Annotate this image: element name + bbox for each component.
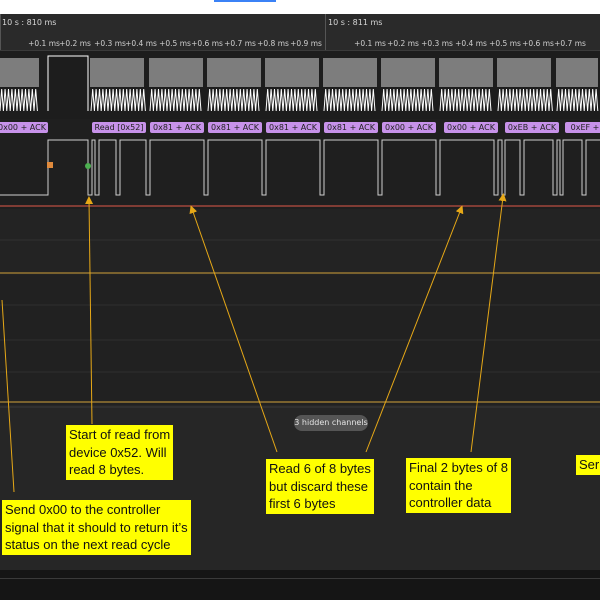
- annotation-line: Start of read from: [69, 427, 171, 442]
- annotation-line: Send 0x00 to the controller: [5, 502, 161, 517]
- annotation-line: device 0x52. Will: [69, 444, 167, 460]
- active-tab-indicator: [214, 0, 276, 2]
- decoded-frame[interactable]: 0x81 + ACK: [266, 122, 320, 133]
- ruler-tick-label: +0.6 ms: [191, 39, 223, 48]
- decoded-frame[interactable]: 0x81 + ACK: [324, 122, 378, 133]
- clock-edges: [497, 58, 551, 87]
- start-marker: [47, 162, 53, 168]
- annotation-start-of-read: Start of read from device 0x52. Will rea…: [66, 425, 174, 480]
- annotation-line: contain the: [409, 477, 473, 493]
- ruler-tick-label: +0.2 ms: [59, 39, 91, 48]
- annotation-line: read 8 bytes.: [69, 462, 145, 477]
- ruler-divider: [325, 14, 326, 50]
- annotation-send-0x00: Send 0x00 to the controller signal that …: [2, 500, 191, 555]
- clock-edges: [323, 58, 377, 87]
- decoded-frame[interactable]: 0x00 + ACK: [382, 122, 436, 133]
- annotation-line: first 6 bytes: [269, 496, 336, 511]
- decoded-frame[interactable]: 0xEB + ACK: [505, 122, 559, 133]
- stop-marker: [85, 163, 91, 169]
- clock-edges: [439, 58, 493, 87]
- annotation-line: Final 2 bytes of 8: [409, 460, 508, 475]
- annotation-partial: Seri: [576, 455, 600, 475]
- ruler-tick-label: +0.1 ms: [354, 39, 386, 48]
- decoded-frame[interactable]: 0xEF +: [565, 122, 600, 133]
- clock-edges: [149, 58, 203, 87]
- ruler-tick-label: +0.3 ms: [94, 39, 126, 48]
- ruler-tick-label: +0.5 ms: [489, 39, 521, 48]
- ruler-tick-label: +0.8 ms: [257, 39, 289, 48]
- ruler-tick-label: +0.5 ms: [159, 39, 191, 48]
- decoded-frame[interactable]: 0x00 + ACK: [444, 122, 498, 133]
- decoded-frame[interactable]: 0x00 + ACK: [0, 122, 48, 133]
- ruler-tick-label: +0.7 ms: [554, 39, 586, 48]
- hidden-channels-button[interactable]: 3 hidden channels: [294, 415, 368, 431]
- ruler-tick-label: +0.9 ms: [290, 39, 322, 48]
- ruler-tick-label: +0.6 ms: [522, 39, 554, 48]
- ruler-tick-label: +0.7 ms: [224, 39, 256, 48]
- bottom-divider: [0, 578, 600, 579]
- timeline-ruler[interactable]: 10 s : 810 ms 10 s : 811 ms +0.1 ms +0.2…: [0, 14, 600, 51]
- annotation-line: signal that it should to return it’s: [5, 519, 188, 535]
- ruler-tick-label: +0.4 ms: [455, 39, 487, 48]
- ruler-tick-label: +0.2 ms: [387, 39, 419, 48]
- clock-edges: [90, 58, 144, 87]
- clock-edges: [556, 58, 598, 87]
- clock-edges: [381, 58, 435, 87]
- ruler-segment-label: 10 s : 810 ms: [2, 18, 57, 27]
- ruler-tick-label: +0.3 ms: [421, 39, 453, 48]
- ruler-segment-label: 10 s : 811 ms: [328, 18, 383, 27]
- ruler-divider: [0, 14, 1, 50]
- ruler-tick-label: +0.1 ms: [28, 39, 60, 48]
- annotation-read-6: Read 6 of 8 bytes but discard these firs…: [266, 459, 374, 514]
- clock-edges: [265, 58, 319, 87]
- annotation-line: Read 6 of 8 bytes: [269, 461, 371, 476]
- decoded-frame[interactable]: Read [0x52]: [92, 122, 146, 133]
- annotation-final-bytes: Final 2 bytes of 8 contain the controlle…: [406, 458, 511, 513]
- annotation-line: status on the next read cycle: [5, 537, 171, 552]
- decoded-frame[interactable]: 0x81 + ACK: [208, 122, 262, 133]
- annotation-line: but discard these: [269, 478, 369, 494]
- ruler-tick-label: +0.4 ms: [125, 39, 157, 48]
- annotation-line: controller data: [409, 495, 492, 510]
- bottom-bar: [0, 570, 600, 600]
- top-toolbar: [0, 0, 600, 14]
- decoded-frame[interactable]: 0x81 + ACK: [150, 122, 204, 133]
- clock-edges: [207, 58, 261, 87]
